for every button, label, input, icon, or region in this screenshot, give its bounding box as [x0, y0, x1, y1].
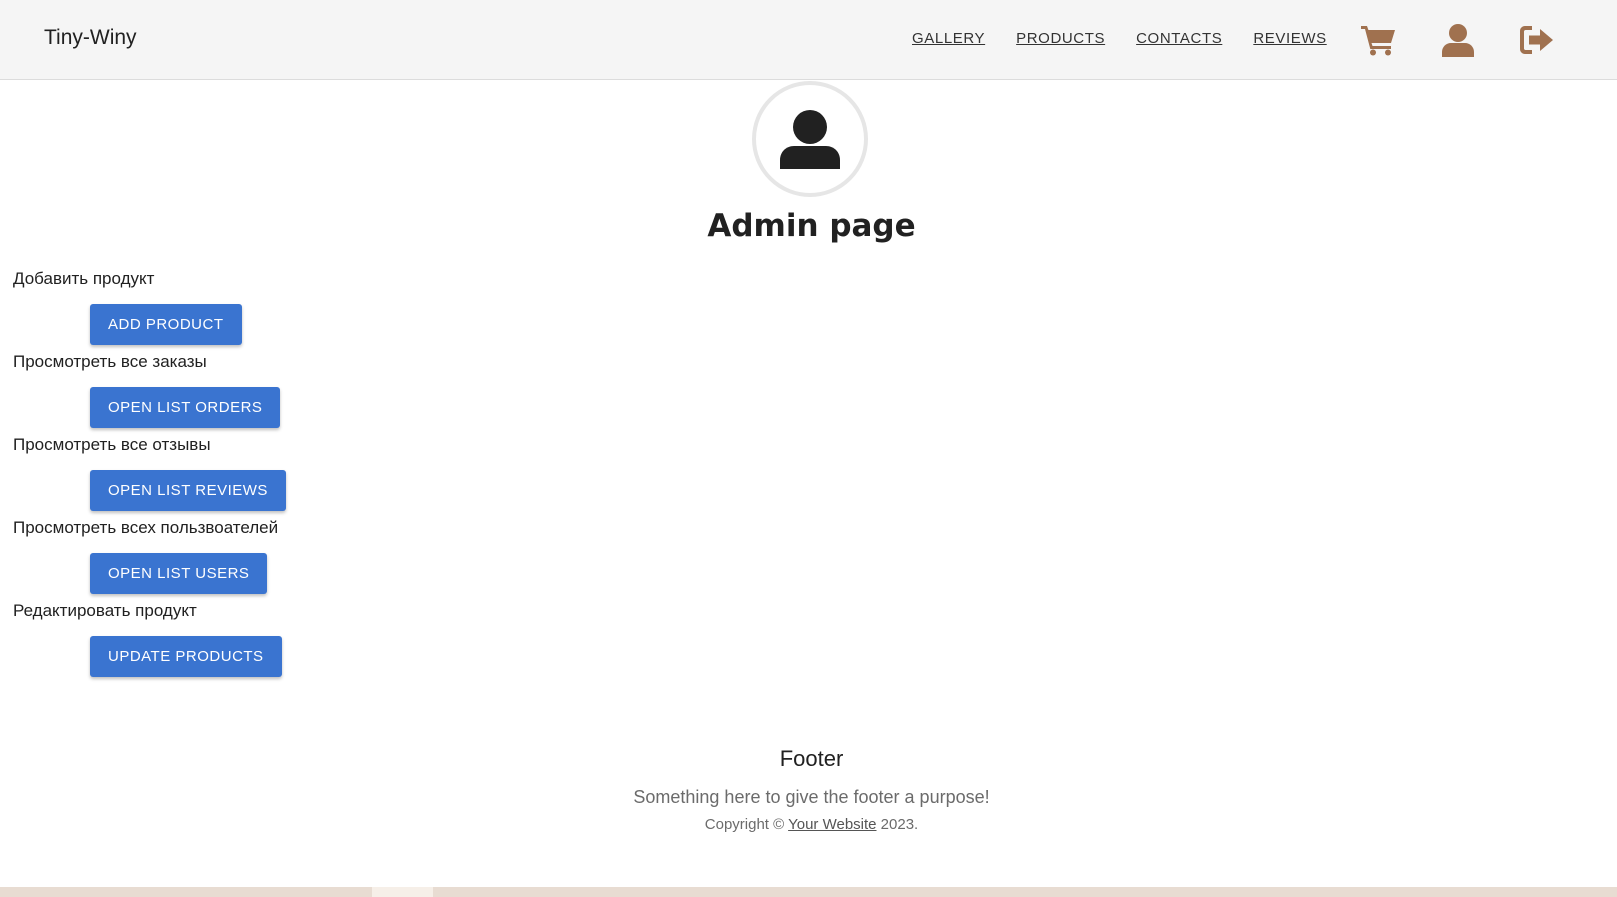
nav-link-contacts[interactable]: CONTACTS: [1136, 30, 1222, 47]
nav-links: GALLERY PRODUCTS CONTACTS REVIEWS: [912, 30, 1358, 47]
copyright-suffix: 2023.: [876, 816, 919, 833]
section-label-reviews: Просмотреть все отзывы: [13, 435, 211, 454]
logout-icon[interactable]: [1518, 22, 1556, 58]
footer-title: Footer: [779, 746, 844, 771]
navbar: Tiny-Winy GALLERY PRODUCTS CONTACTS REVI…: [0, 0, 1617, 80]
cart-icon[interactable]: [1360, 22, 1398, 58]
nav-link-reviews[interactable]: REVIEWS: [1253, 30, 1326, 47]
bottom-strip: [0, 887, 1617, 897]
open-list-reviews-button[interactable]: OPEN LIST REVIEWS: [90, 470, 286, 511]
section-label-orders: Просмотреть все заказы: [13, 352, 207, 371]
brand-logo[interactable]: Tiny-Winy: [44, 26, 137, 50]
nav-link-gallery[interactable]: GALLERY: [912, 30, 985, 47]
section-label-users: Просмотреть всех пользвоателей: [13, 518, 279, 537]
add-product-button[interactable]: ADD PRODUCT: [90, 304, 242, 345]
nav-link-products[interactable]: PRODUCTS: [1016, 30, 1105, 47]
section-label-update-product: Редактировать продукт: [13, 601, 197, 620]
user-icon: [780, 110, 840, 169]
page-title: Admin page: [707, 208, 916, 244]
footer-text: Something here to give the footer a purp…: [633, 787, 990, 807]
open-list-orders-button[interactable]: OPEN LIST ORDERS: [90, 387, 281, 428]
your-website-link[interactable]: Your Website: [788, 816, 876, 833]
section-label-add-product: Добавить продукт: [13, 269, 155, 288]
copyright-prefix: Copyright ©: [704, 816, 789, 833]
footer-copyright: Copyright © Your Website 2023.: [0, 816, 1617, 833]
user-icon[interactable]: [1439, 22, 1477, 58]
update-products-button[interactable]: UPDATE PRODUCTS: [90, 636, 282, 677]
open-list-users-button[interactable]: OPEN LIST USERS: [90, 553, 268, 594]
bottom-strip-highlight: [372, 887, 433, 897]
avatar: [752, 81, 868, 197]
